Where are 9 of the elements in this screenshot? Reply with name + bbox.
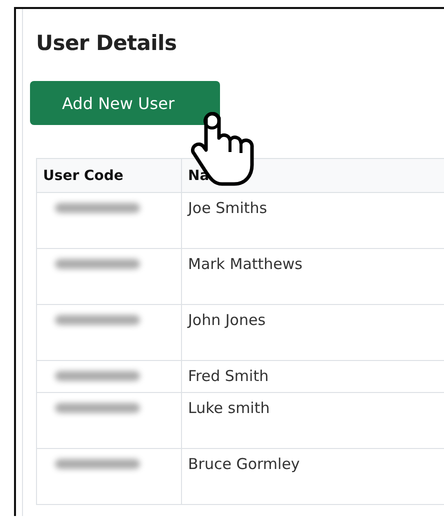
name-cell: Joe Smiths	[188, 199, 268, 217]
column-header: User Code	[43, 168, 124, 184]
name-cell: Mark Matthews	[188, 255, 302, 273]
name-cell: Bruce Gormley	[188, 455, 300, 473]
add-new-user-button[interactable]: Add New User	[30, 81, 220, 125]
name-cell: Fred Smith	[188, 367, 269, 385]
name-cell: Luke smith	[188, 399, 270, 417]
page-title: User Details	[36, 31, 178, 55]
name-cell: John Jones	[188, 311, 266, 329]
